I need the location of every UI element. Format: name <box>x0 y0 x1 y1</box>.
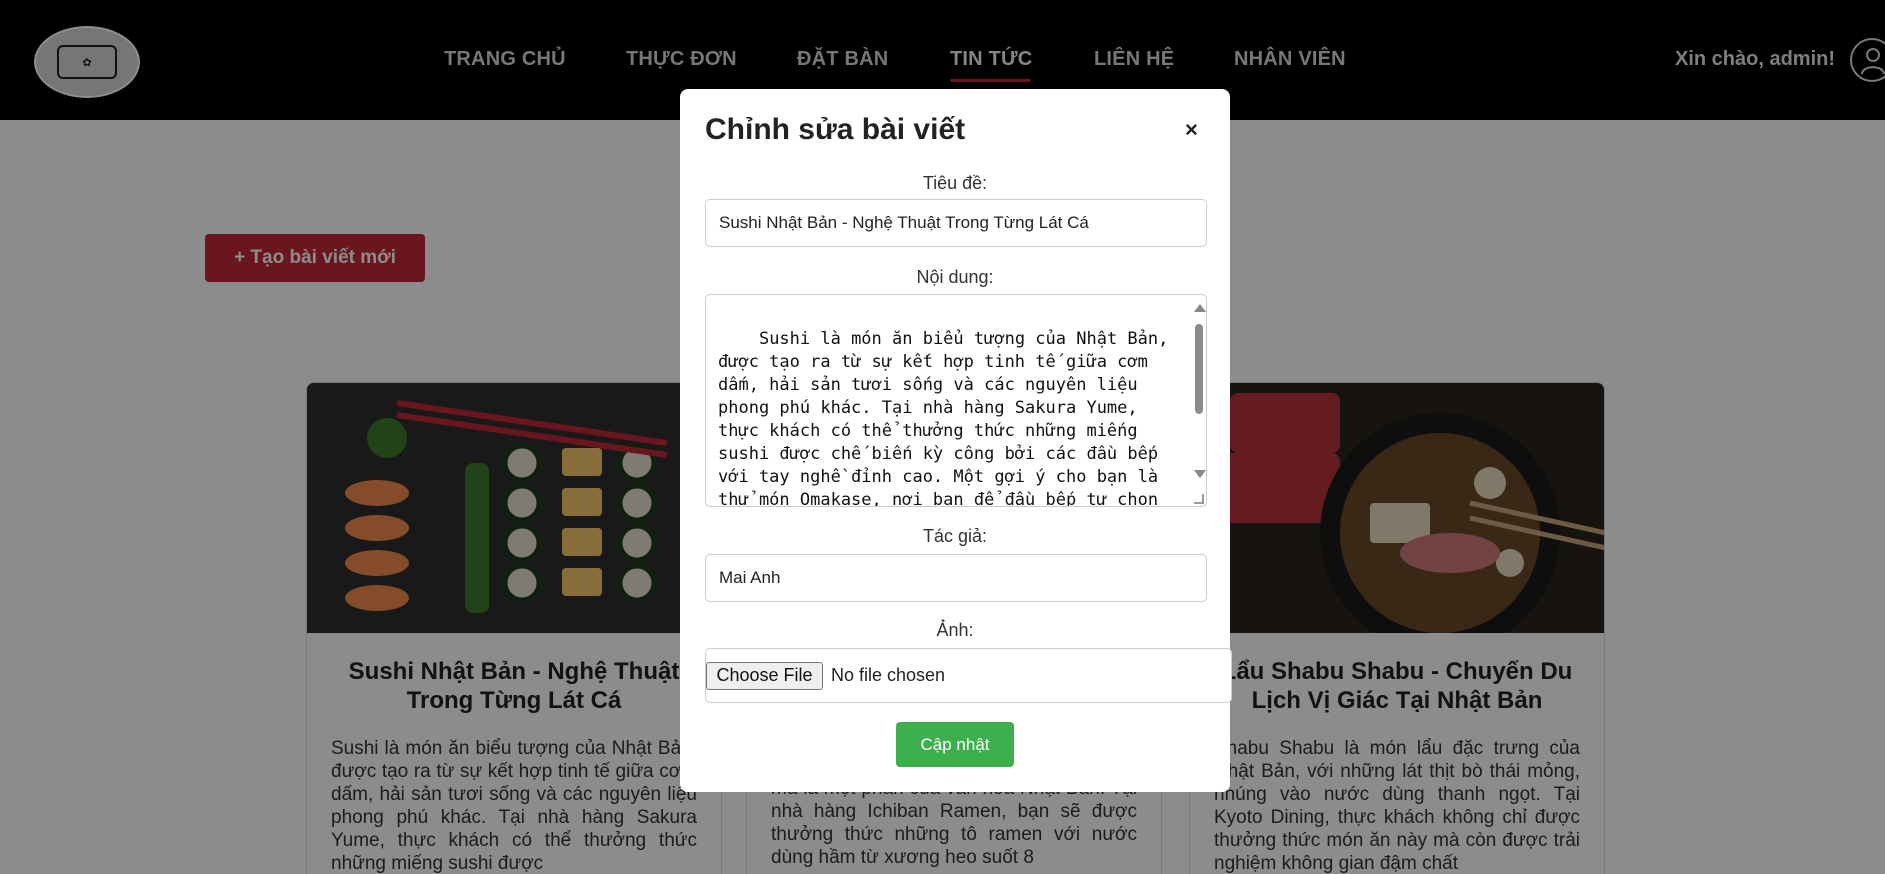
textarea-scrollbar[interactable] <box>1190 296 1206 506</box>
content-textarea[interactable]: Sushi là món ăn biểu tượng của Nhật Bản,… <box>705 294 1207 507</box>
update-button[interactable]: Cập nhật <box>896 722 1014 767</box>
modal-title: Chỉnh sửa bài viết <box>705 113 966 146</box>
image-label: Ảnh: <box>936 620 974 640</box>
choose-file-button[interactable]: Choose File <box>706 661 823 690</box>
scroll-up-icon[interactable] <box>1194 304 1206 312</box>
image-file-input[interactable]: Choose File No file chosen <box>705 648 1232 703</box>
close-icon[interactable]: × <box>1185 117 1198 143</box>
content-label: Nội dung: <box>916 267 994 287</box>
title-input[interactable]: Sushi Nhật Bản - Nghệ Thuật Trong Từng L… <box>705 199 1207 247</box>
title-label: Tiêu đề: <box>922 173 988 193</box>
resize-handle-icon[interactable] <box>1194 494 1204 504</box>
scroll-down-icon[interactable] <box>1194 470 1206 478</box>
file-status: No file chosen <box>831 665 946 685</box>
edit-post-modal: Chỉnh sửa bài viết × Tiêu đề: Sushi Nhật… <box>680 89 1232 792</box>
content-text: Sushi là món ăn biểu tượng của Nhật Bản,… <box>718 329 1179 507</box>
scroll-thumb[interactable] <box>1195 324 1203 414</box>
author-input[interactable]: Mai Anh <box>705 554 1207 602</box>
author-label: Tác giả: <box>922 526 988 546</box>
